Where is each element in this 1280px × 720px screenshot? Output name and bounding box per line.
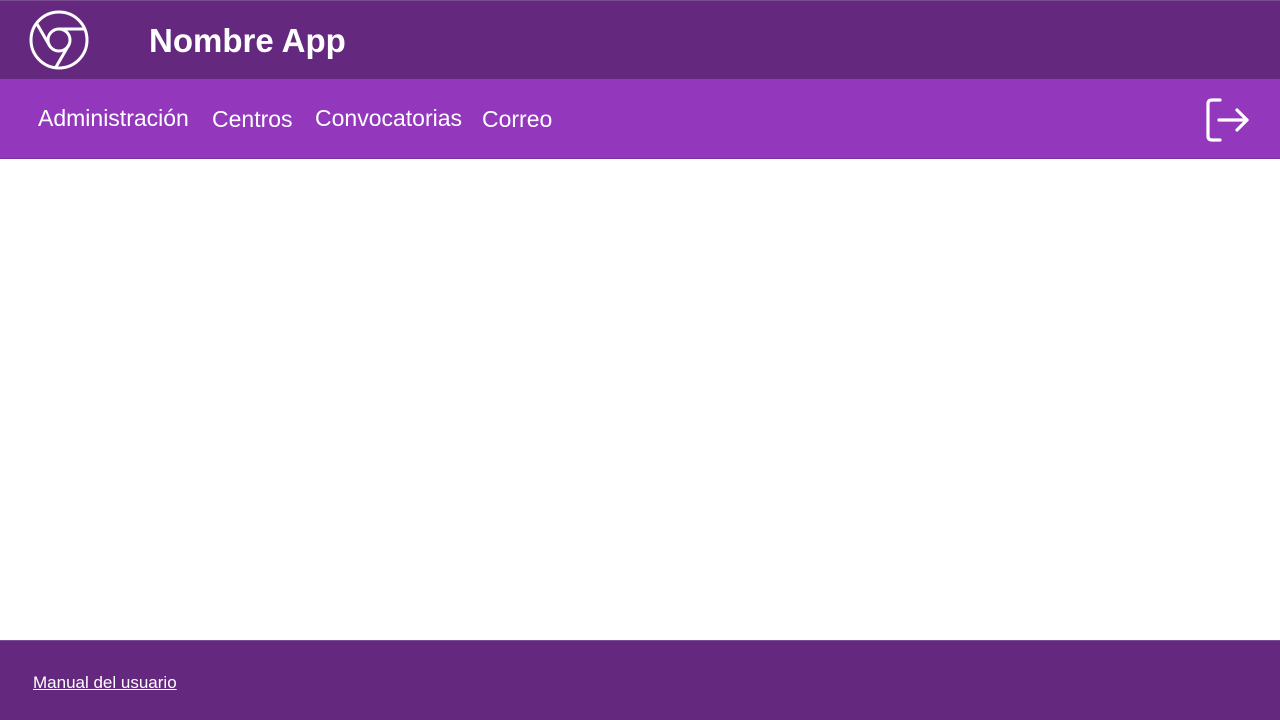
user-manual-link[interactable]: Manual del usuario [33, 673, 177, 693]
main-navbar: Administración Centros Convocatorias Cor… [0, 79, 1280, 159]
logout-icon[interactable] [1204, 98, 1252, 142]
nav-item-correo[interactable]: Correo [482, 103, 552, 135]
nav-item-convocatorias[interactable]: Convocatorias [315, 102, 462, 134]
nav-item-centros[interactable]: Centros [212, 103, 293, 135]
nav-item-administracion[interactable]: Administración [38, 102, 189, 134]
main-content [0, 160, 1280, 640]
chrome-logo-icon [29, 10, 90, 71]
app-title: Nombre App [149, 22, 346, 59]
app-header: Nombre App [0, 0, 1280, 79]
app-footer: Manual del usuario [0, 640, 1280, 720]
